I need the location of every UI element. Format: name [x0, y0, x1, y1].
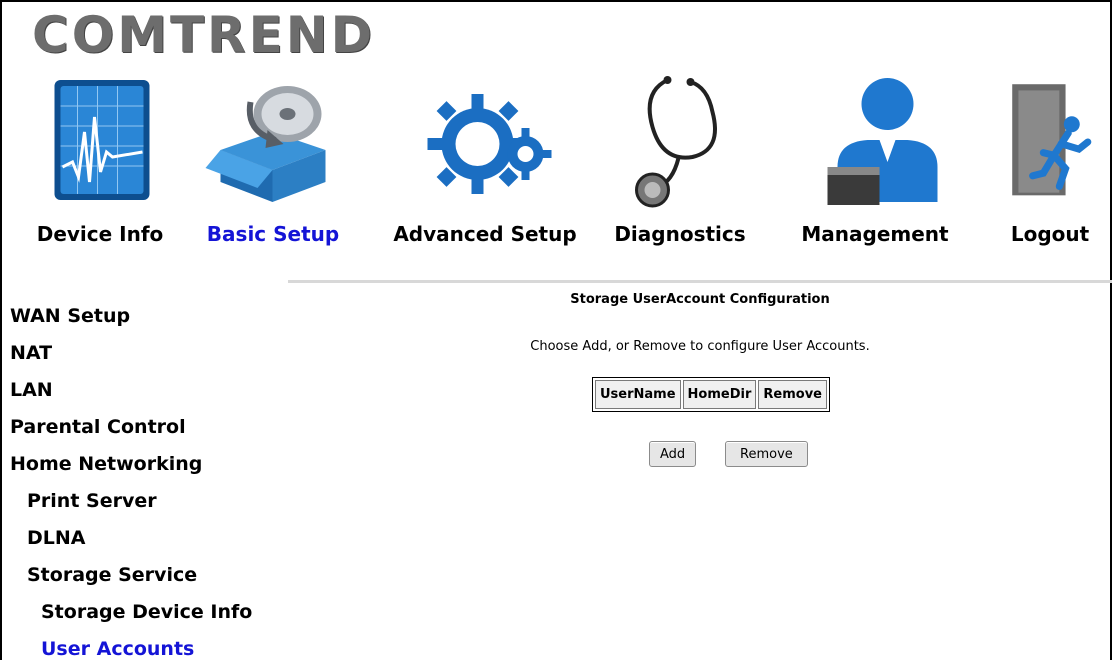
device-info-monitor-icon [54, 80, 150, 200]
sidebar-item-storage-device-info[interactable]: Storage Device Info [41, 601, 252, 623]
nav-basic-setup[interactable]: Basic Setup [188, 72, 358, 262]
logout-door-runner-icon [1012, 84, 1092, 196]
remove-button[interactable]: Remove [725, 441, 808, 467]
user-accounts-table: UserName HomeDir Remove [592, 377, 830, 412]
sidebar-item-nat[interactable]: NAT [10, 342, 52, 364]
nav-advanced-setup[interactable]: Advanced Setup [385, 72, 585, 262]
sidebar-item-print-server[interactable]: Print Server [27, 490, 157, 512]
nav-device-info[interactable]: Device Info [0, 72, 200, 262]
sidebar-item-user-accounts[interactable]: User Accounts [41, 638, 194, 660]
sidebar-item-lan[interactable]: LAN [10, 379, 53, 401]
column-header-remove: Remove [758, 380, 827, 409]
sidebar-item-parental-control[interactable]: Parental Control [10, 416, 186, 438]
nav-logout[interactable]: Logout [990, 72, 1110, 262]
nav-diagnostics[interactable]: Diagnostics [600, 72, 760, 262]
nav-logout-label: Logout [1010, 222, 1090, 246]
page-title: Storage UserAccount Configuration [570, 292, 830, 307]
top-navigation: Device Info Basic Setup Advanced Setup D… [0, 72, 1110, 262]
management-user-icon [827, 78, 938, 205]
column-header-username: UserName [595, 380, 681, 409]
add-button[interactable]: Add [649, 441, 697, 467]
basic-setup-box-disc-icon [205, 86, 326, 202]
sidebar-item-storage-service[interactable]: Storage Service [27, 564, 197, 586]
sidebar-item-home-networking[interactable]: Home Networking [10, 453, 202, 475]
advanced-setup-gears-icon [427, 94, 552, 194]
nav-management[interactable]: Management [785, 72, 965, 262]
nav-basic-setup-label: Basic Setup [206, 222, 340, 246]
page-description: Choose Add, or Remove to configure User … [530, 339, 870, 354]
nav-management-label: Management [801, 222, 949, 246]
table-header-row: UserName HomeDir Remove [595, 380, 827, 409]
comtrend-logo: COMTREND [32, 6, 376, 64]
nav-device-info-label: Device Info [36, 222, 164, 246]
sidebar-item-wan-setup[interactable]: WAN Setup [10, 305, 130, 327]
sidebar-item-dlna[interactable]: DLNA [27, 527, 85, 549]
nav-diagnostics-label: Diagnostics [614, 222, 746, 246]
nav-advanced-setup-label: Advanced Setup [393, 222, 577, 246]
main-content: Storage UserAccount Configuration Choose… [288, 280, 1112, 663]
diagnostics-stethoscope-icon [635, 76, 717, 208]
column-header-homedir: HomeDir [682, 380, 757, 409]
